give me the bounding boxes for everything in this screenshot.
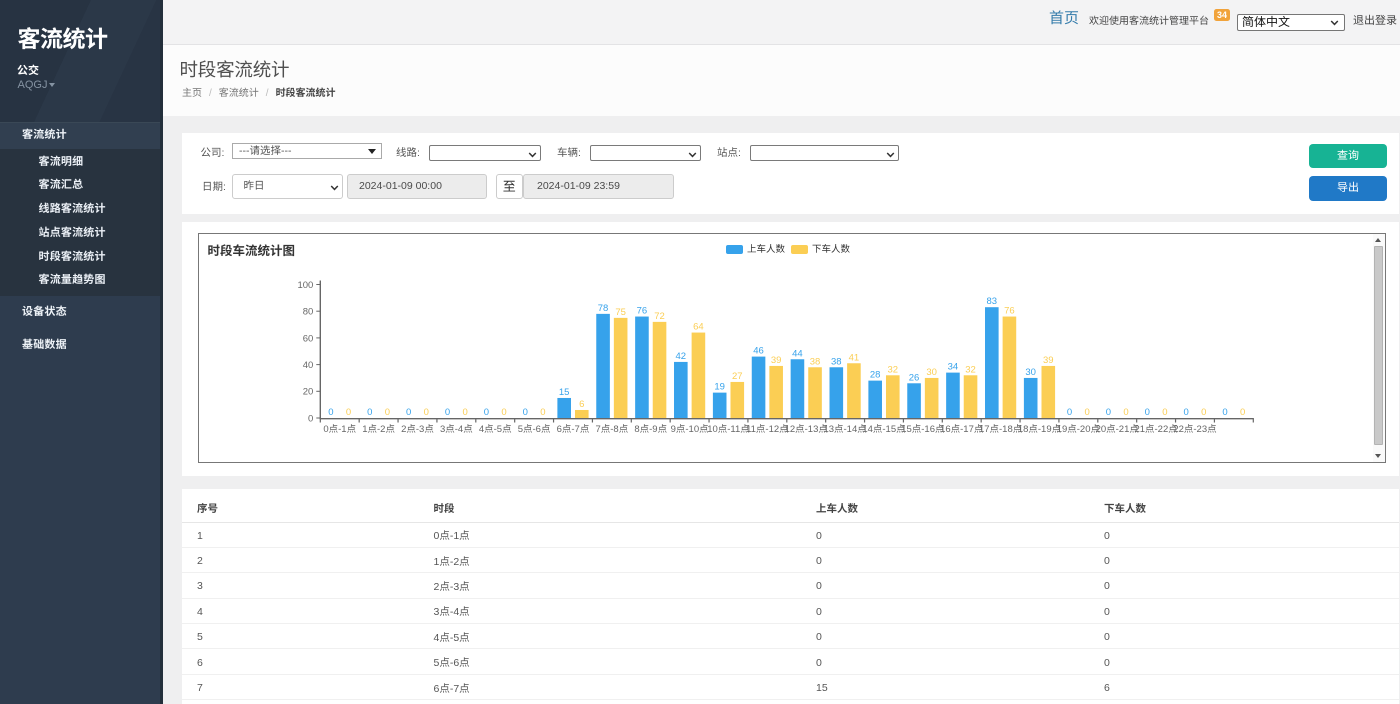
svg-text:8点-9点: 8点-9点 xyxy=(634,424,667,435)
svg-text:0: 0 xyxy=(483,407,488,418)
svg-text:0: 0 xyxy=(501,407,506,418)
svg-text:0: 0 xyxy=(1123,407,1128,418)
svg-text:76: 76 xyxy=(636,306,647,317)
svg-text:16点-17点: 16点-17点 xyxy=(940,424,984,435)
svg-text:12点-13点: 12点-13点 xyxy=(784,424,828,435)
svg-text:60: 60 xyxy=(302,333,313,344)
svg-text:21点-22点: 21点-22点 xyxy=(1134,424,1178,435)
svg-text:0: 0 xyxy=(444,407,449,418)
svg-text:20点-21点: 20点-21点 xyxy=(1095,424,1139,435)
svg-text:2点-3点: 2点-3点 xyxy=(401,424,434,435)
svg-text:0: 0 xyxy=(1084,407,1089,418)
svg-text:34: 34 xyxy=(947,362,958,373)
svg-text:46: 46 xyxy=(753,346,764,357)
svg-text:72: 72 xyxy=(654,311,665,322)
svg-text:38: 38 xyxy=(831,356,842,367)
svg-text:14点-15点: 14点-15点 xyxy=(862,424,906,435)
svg-text:78: 78 xyxy=(597,303,608,314)
svg-text:44: 44 xyxy=(792,348,803,359)
svg-text:6点-7点: 6点-7点 xyxy=(556,424,589,435)
svg-text:13点-14点: 13点-14点 xyxy=(823,424,867,435)
svg-text:0: 0 xyxy=(522,407,527,418)
svg-text:30: 30 xyxy=(1025,367,1036,378)
svg-text:6: 6 xyxy=(579,399,584,410)
svg-text:0: 0 xyxy=(1201,407,1206,418)
svg-text:83: 83 xyxy=(986,296,997,307)
svg-text:64: 64 xyxy=(693,322,704,333)
svg-text:0: 0 xyxy=(328,407,333,418)
svg-text:39: 39 xyxy=(770,355,781,366)
svg-text:18点-19点: 18点-19点 xyxy=(1017,424,1061,435)
svg-text:19点-20点: 19点-20点 xyxy=(1056,424,1100,435)
svg-text:0: 0 xyxy=(406,407,411,418)
svg-text:0: 0 xyxy=(1066,407,1071,418)
svg-text:0: 0 xyxy=(462,407,467,418)
svg-text:0点-1点: 0点-1点 xyxy=(323,424,356,435)
svg-text:1点-2点: 1点-2点 xyxy=(362,424,395,435)
svg-text:0: 0 xyxy=(384,407,389,418)
svg-text:11点-12点: 11点-12点 xyxy=(746,424,789,435)
svg-text:0: 0 xyxy=(1183,407,1188,418)
svg-text:10点-11点: 10点-11点 xyxy=(707,424,750,435)
svg-text:75: 75 xyxy=(615,307,626,318)
svg-text:38: 38 xyxy=(809,356,820,367)
svg-text:39: 39 xyxy=(1043,355,1054,366)
svg-text:0: 0 xyxy=(540,407,545,418)
svg-text:15: 15 xyxy=(558,387,569,398)
svg-text:17点-18点: 17点-18点 xyxy=(978,424,1022,435)
svg-text:5点-6点: 5点-6点 xyxy=(517,424,550,435)
svg-text:41: 41 xyxy=(848,352,859,363)
svg-text:30: 30 xyxy=(926,367,937,378)
svg-text:0: 0 xyxy=(308,413,313,424)
svg-text:22点-23点: 22点-23点 xyxy=(1173,424,1217,435)
svg-text:32: 32 xyxy=(965,364,976,375)
svg-text:42: 42 xyxy=(675,351,686,362)
svg-text:20: 20 xyxy=(302,387,313,398)
svg-text:19: 19 xyxy=(714,382,725,393)
svg-text:100: 100 xyxy=(297,280,313,291)
svg-text:0: 0 xyxy=(423,407,428,418)
svg-text:3点-4点: 3点-4点 xyxy=(439,424,472,435)
svg-text:40: 40 xyxy=(302,360,313,371)
svg-text:0: 0 xyxy=(1105,407,1110,418)
svg-text:27: 27 xyxy=(732,371,743,382)
svg-text:0: 0 xyxy=(1240,407,1245,418)
svg-text:0: 0 xyxy=(345,407,350,418)
svg-text:76: 76 xyxy=(1004,306,1015,317)
svg-text:26: 26 xyxy=(908,372,919,383)
svg-text:32: 32 xyxy=(887,364,898,375)
svg-text:0: 0 xyxy=(1222,407,1227,418)
svg-text:7点-8点: 7点-8点 xyxy=(595,424,628,435)
svg-text:28: 28 xyxy=(869,370,880,381)
svg-text:4点-5点: 4点-5点 xyxy=(478,424,511,435)
svg-text:0: 0 xyxy=(1162,407,1167,418)
svg-text:0: 0 xyxy=(367,407,372,418)
svg-text:9点-10点: 9点-10点 xyxy=(670,424,709,435)
svg-text:15点-16点: 15点-16点 xyxy=(901,424,945,435)
svg-text:0: 0 xyxy=(1144,407,1149,418)
svg-text:80: 80 xyxy=(302,307,313,318)
